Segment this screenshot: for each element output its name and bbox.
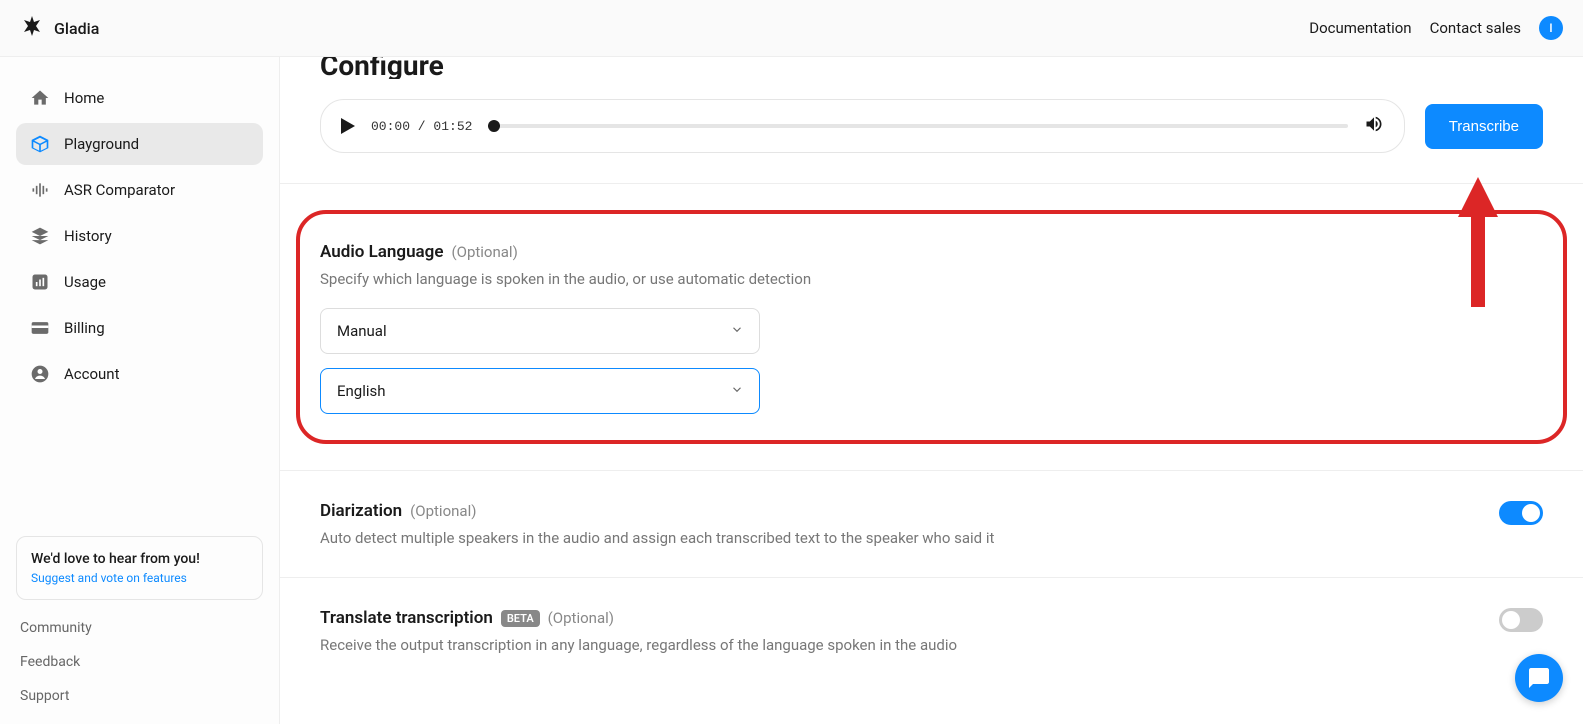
play-button[interactable] [341, 118, 355, 134]
optional-label: (Optional) [452, 243, 518, 261]
chat-widget-button[interactable] [1515, 654, 1563, 702]
app-header: Gladia Documentation Contact sales I [0, 0, 1583, 57]
beta-badge: BETA [501, 610, 540, 627]
language-mode-select[interactable]: Manual [320, 308, 760, 354]
page-title: Configure [280, 57, 1583, 79]
sidebar-item-home[interactable]: Home [16, 77, 263, 119]
user-icon [30, 364, 50, 384]
cube-icon [30, 134, 50, 154]
brand-logo-icon [20, 14, 44, 42]
section-description: Specify which language is spoken in the … [320, 270, 1543, 288]
brand-name: Gladia [54, 19, 99, 38]
diarization-toggle[interactable] [1499, 501, 1543, 525]
section-description: Auto detect multiple speakers in the aud… [320, 529, 994, 547]
audio-player: 00:00 / 01:52 [320, 99, 1405, 153]
feedback-link[interactable]: Feedback [20, 654, 263, 670]
home-icon [30, 88, 50, 108]
sidebar-item-asr-comparator[interactable]: ASR Comparator [16, 169, 263, 211]
footer-links: Community Feedback Support [16, 620, 263, 704]
sidebar-item-label: History [64, 227, 112, 245]
audio-language-section: Audio Language (Optional) Specify which … [280, 184, 1583, 471]
logo-section[interactable]: Gladia [20, 14, 99, 42]
waveform-icon [30, 180, 50, 200]
section-title-text: Diarization [320, 501, 402, 521]
sidebar-item-label: Usage [64, 273, 106, 291]
sidebar-item-playground[interactable]: Playground [16, 123, 263, 165]
support-link[interactable]: Support [20, 688, 263, 704]
documentation-link[interactable]: Documentation [1309, 19, 1411, 37]
time-display: 00:00 / 01:52 [371, 119, 472, 134]
section-title-text: Audio Language [320, 242, 444, 262]
card-icon [30, 318, 50, 338]
language-select[interactable]: English [320, 368, 760, 414]
translate-section: Translate transcription BETA (Optional) … [280, 578, 1583, 684]
translate-toggle[interactable] [1499, 608, 1543, 632]
layers-icon [30, 226, 50, 246]
sidebar-item-history[interactable]: History [16, 215, 263, 257]
sidebar-item-label: Home [64, 89, 104, 107]
feedback-title: We'd love to hear from you! [31, 551, 248, 567]
feedback-suggest-link[interactable]: Suggest and vote on features [31, 571, 248, 585]
player-row: 00:00 / 01:52 Transcribe [280, 99, 1583, 184]
sidebar-item-usage[interactable]: Usage [16, 261, 263, 303]
main-content: Configure 00:00 / 01:52 Transcribe Audio… [280, 57, 1583, 724]
sidebar-item-label: Billing [64, 319, 105, 337]
diarization-section: Diarization (Optional) Auto detect multi… [280, 471, 1583, 578]
sidebar-item-account[interactable]: Account [16, 353, 263, 395]
community-link[interactable]: Community [20, 620, 263, 636]
avatar[interactable]: I [1539, 16, 1563, 40]
sidebar: Home Playground ASR Comparator History [0, 57, 280, 724]
volume-icon[interactable] [1364, 114, 1384, 138]
optional-label: (Optional) [410, 502, 476, 520]
seek-track[interactable] [488, 124, 1347, 128]
feedback-box: We'd love to hear from you! Suggest and … [16, 536, 263, 600]
highlight-annotation: Audio Language (Optional) Specify which … [296, 210, 1567, 444]
sidebar-item-label: Playground [64, 135, 139, 153]
section-description: Receive the output transcription in any … [320, 636, 957, 654]
contact-sales-link[interactable]: Contact sales [1430, 19, 1521, 37]
sidebar-item-billing[interactable]: Billing [16, 307, 263, 349]
section-title-text: Translate transcription [320, 608, 493, 628]
sidebar-item-label: Account [64, 365, 120, 383]
sidebar-item-label: ASR Comparator [64, 181, 175, 199]
chart-icon [30, 272, 50, 292]
transcribe-button[interactable]: Transcribe [1425, 104, 1543, 149]
optional-label: (Optional) [548, 609, 614, 627]
header-right: Documentation Contact sales I [1309, 16, 1563, 40]
